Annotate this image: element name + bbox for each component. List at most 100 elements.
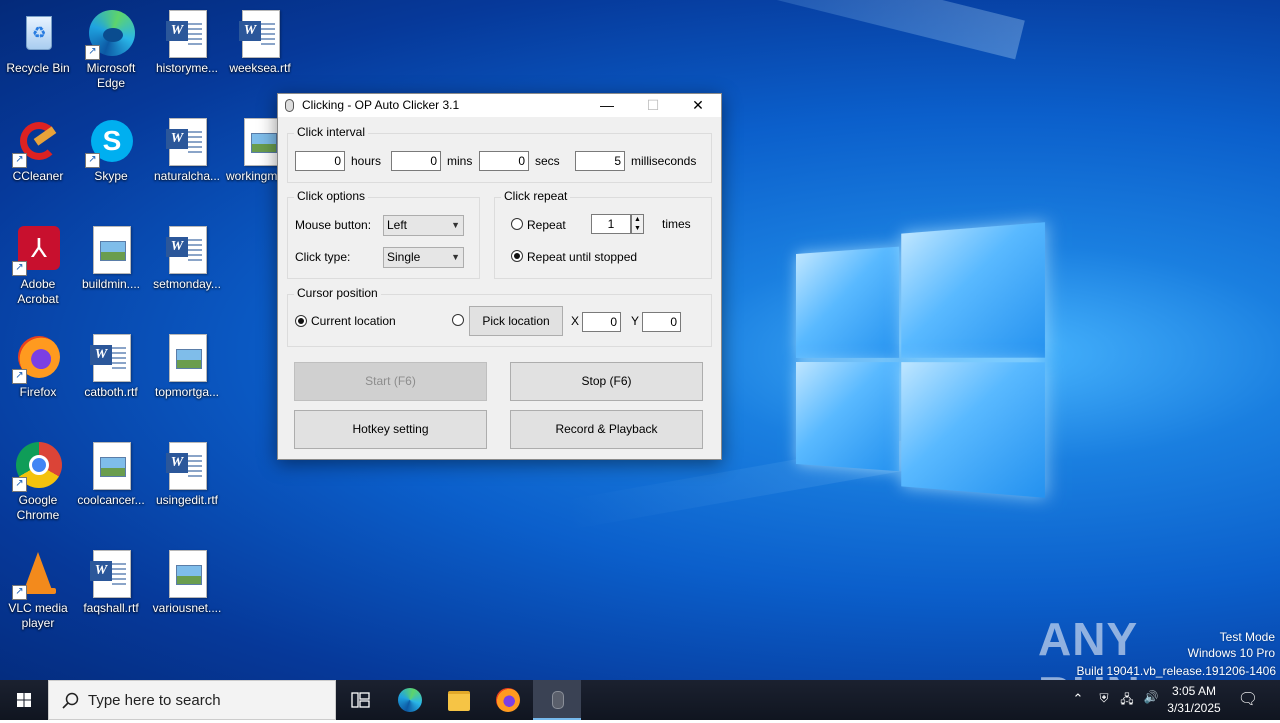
mouse-button-label: Mouse button: [295,218,372,232]
y-coordinate-input[interactable]: 0 [642,312,681,332]
desktop-icon-google-chrome[interactable]: ↗ Google Chrome [0,438,76,523]
desktop-icon-topmortga[interactable]: topmortga... [149,330,225,400]
start-button-windows[interactable] [0,680,48,720]
desktop-icon-buildmin[interactable]: buildmin.... [73,222,149,292]
acrobat-icon: ⅄ ↗ [12,226,62,276]
pick-location-button[interactable]: Pick location [469,306,563,336]
chrome-icon: ↗ [12,442,62,492]
word-document-icon: W [87,550,135,598]
desktop-icon-naturalcha[interactable]: W naturalcha... [149,114,225,184]
security-icon[interactable]: ⛨ [1094,691,1114,706]
click-options-title: Click options [294,189,369,203]
hours-input[interactable]: 0 [295,151,345,171]
test-mode-text: Test Mode [1219,630,1275,644]
desktop-icon-setmonday[interactable]: W setmonday... [149,222,225,292]
word-document-icon: W [163,118,211,166]
taskbar-file-explorer[interactable] [434,680,482,720]
mins-input[interactable]: 0 [391,151,441,171]
icon-label: usingedit.rtf [155,493,219,507]
icon-label: Adobe Acrobat [17,277,59,306]
icon-label: Firefox [19,385,57,399]
icon-label: Microsoft Edge [86,61,136,90]
search-icon [62,692,79,709]
desktop-icon-vlc[interactable]: ↗ VLC media player [0,546,76,631]
firefox-icon [496,688,520,712]
stop-button[interactable]: Stop (F6) [510,362,703,401]
minimize-button[interactable]: — [584,94,630,117]
task-view-icon [351,692,370,708]
milliseconds-input[interactable]: 5 [575,151,625,171]
desktop-icon-catboth[interactable]: W catboth.rtf [73,330,149,400]
click-repeat-title: Click repeat [501,189,571,203]
network-icon[interactable]: 🖧 [1117,690,1137,711]
light-beam [432,0,1025,60]
taskbar-search-box[interactable]: Type here to search [48,680,336,720]
desktop-icon-ccleaner[interactable]: ↗ CCleaner [0,114,76,184]
close-button[interactable]: ✕ [675,94,721,117]
taskbar-auto-clicker[interactable] [533,680,581,720]
maximize-button[interactable]: ☐ [630,94,676,117]
desktop-icon-variousnet[interactable]: variousnet.... [149,546,225,616]
image-file-icon [163,334,211,382]
auto-clicker-window: Clicking - OP Auto Clicker 3.1 — ☐ ✕ Cli… [277,93,722,460]
repeat-label: Repeat [527,218,566,232]
clock-time[interactable]: 3:05 AM [1160,684,1228,698]
repeat-until-stopped-radio[interactable] [511,250,523,262]
click-type-select[interactable]: Single ▼ [383,247,464,268]
start-button[interactable]: Start (F6) [294,362,487,401]
icon-label: coolcancer... [77,493,145,507]
desktop-icon-recycle-bin[interactable]: ♻ Recycle Bin [0,6,76,76]
icon-label: weeksea.rtf [229,61,291,75]
desktop-icon-coolcancer[interactable]: coolcancer... [73,438,149,508]
y-label: Y [631,314,640,328]
click-interval-group: Click interval 0 hours 0 mins 0 secs 5 m… [287,125,712,183]
desktop-icon-faqshall[interactable]: W faqshall.rtf [73,546,149,616]
click-interval-title: Click interval [294,125,369,139]
desktop: ♻ Recycle Bin ↗ CCleaner ⅄ ↗ Adobe Acrob… [0,0,1280,680]
mouse-button-select[interactable]: Left ▼ [383,215,464,236]
desktop-icon-skype[interactable]: S ↗ Skype [73,114,149,184]
taskbar: Type here to search ⌃ ⛨ 🖧 🔊 3:05 AM 3/31… [0,680,1280,720]
title-bar[interactable]: Clicking - OP Auto Clicker 3.1 — ☐ ✕ [278,94,721,117]
recycle-bin-icon: ♻ [14,10,62,58]
record-playback-button[interactable]: Record & Playback [510,410,703,449]
icon-label: setmonday... [153,277,221,291]
secs-input[interactable]: 0 [479,151,529,171]
repeat-count-spinner[interactable]: ▲ ▼ [631,214,644,234]
desktop-icon-weeksea[interactable]: W weeksea.rtf [222,6,298,76]
edge-icon: ↗ [85,10,135,60]
hotkey-setting-button[interactable]: Hotkey setting [294,410,487,449]
current-location-radio[interactable] [295,315,307,327]
x-coordinate-input[interactable]: 0 [582,312,621,332]
secs-label: secs [535,154,560,168]
desktop-icon-microsoft-edge[interactable]: ↗ Microsoft Edge [73,6,149,91]
desktop-icon-firefox[interactable]: ↗ Firefox [0,330,76,400]
windows-logo [796,222,1048,498]
repeat-radio[interactable] [511,218,523,230]
pick-location-radio[interactable] [452,314,464,326]
desktop-icon-historyme[interactable]: W historyme... [149,6,225,76]
mins-label: mins [447,154,473,168]
repeat-count-input[interactable]: 1 [591,214,631,234]
task-view-button[interactable] [336,680,384,720]
vlc-cone-icon: ↗ [12,550,62,600]
desktop-icon-adobe-acrobat[interactable]: ⅄ ↗ Adobe Acrobat [0,222,76,307]
icon-label: catboth.rtf [84,385,138,399]
build-text: Build 19041.vb_release.191206-1406 [1076,664,1277,678]
word-document-icon: W [236,10,284,58]
taskbar-edge[interactable] [386,680,434,720]
desktop-icon-workingm[interactable]: workingm... [222,114,284,184]
icon-label: variousnet.... [152,601,222,615]
notification-icon[interactable]: 🗨 [1234,689,1262,709]
icon-label: Google Chrome [16,493,60,522]
milliseconds-label: milliseconds [631,154,697,168]
click-type-value: Single [387,250,421,264]
icon-label: faqshall.rtf [83,601,139,615]
desktop-icon-usingedit[interactable]: W usingedit.rtf [149,438,225,508]
clock-date[interactable]: 3/31/2025 [1160,701,1228,715]
show-hidden-icons-chevron-icon[interactable]: ⌃ [1068,691,1088,707]
taskbar-firefox[interactable] [484,680,532,720]
word-document-icon: W [87,334,135,382]
cursor-position-group: Cursor position Current location Pick lo… [287,286,712,347]
volume-icon[interactable]: 🔊 [1141,690,1161,704]
